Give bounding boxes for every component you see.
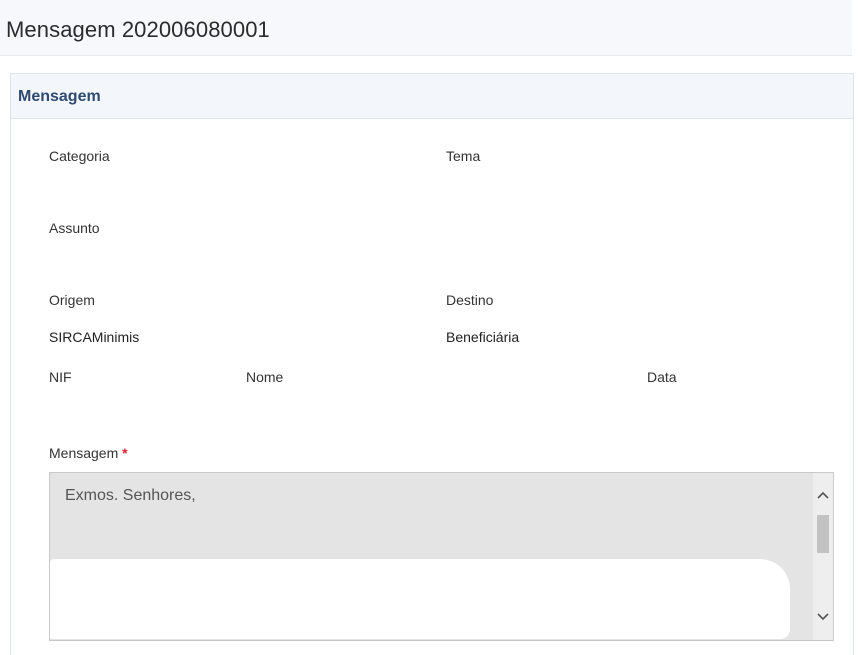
page-title: Mensagem 202006080001: [6, 17, 270, 42]
message-textarea[interactable]: Exmos. Senhores,: [49, 472, 834, 641]
nome-label: Nome: [246, 369, 284, 385]
title-bar: Mensagem 202006080001: [0, 0, 852, 56]
categoria-label: Categoria: [49, 148, 110, 164]
data-label: Data: [647, 369, 677, 385]
mensagem-label: Mensagem *: [49, 445, 128, 461]
required-marker: *: [122, 445, 128, 461]
assunto-label: Assunto: [49, 220, 100, 236]
panel-header: Mensagem: [11, 74, 853, 119]
mensagem-label-text: Mensagem: [49, 445, 119, 461]
nif-label: NIF: [49, 369, 72, 385]
message-text: Exmos. Senhores,: [65, 487, 196, 504]
origem-label: Origem: [49, 292, 95, 308]
redacted-area: [50, 559, 790, 639]
chevron-up-icon[interactable]: [813, 485, 833, 505]
message-panel: Mensagem Categoria Tema Assunto Origem D…: [10, 73, 854, 655]
textarea-scrollbar[interactable]: [813, 473, 833, 640]
tema-label: Tema: [446, 148, 481, 164]
chevron-down-icon[interactable]: [813, 607, 833, 627]
destino-value: Beneficiária: [446, 329, 520, 345]
origem-value: SIRCAMinimis: [49, 329, 140, 345]
destino-label: Destino: [446, 292, 494, 308]
panel-title: Mensagem: [18, 88, 101, 105]
scroll-thumb[interactable]: [817, 515, 829, 553]
message-page: Mensagem 202006080001 Mensagem Categoria…: [0, 0, 859, 655]
